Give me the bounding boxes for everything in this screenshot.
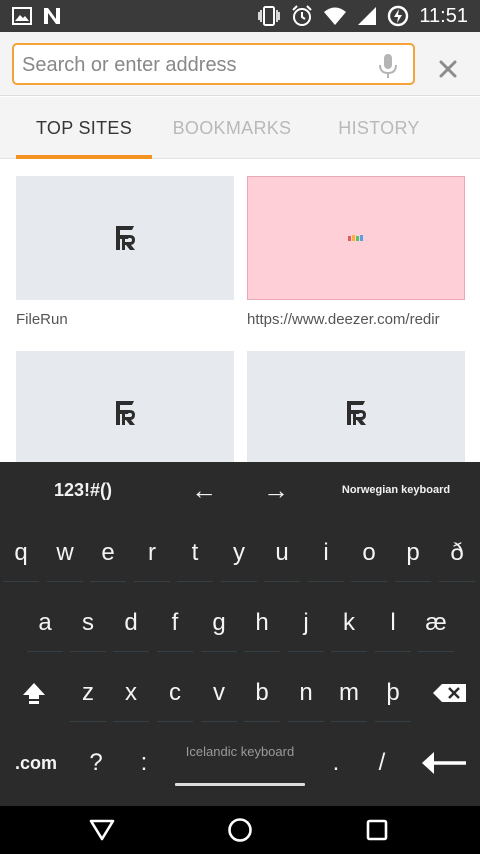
key-x[interactable]: x <box>109 664 153 722</box>
key-l[interactable]: l <box>371 594 415 652</box>
shift-key[interactable] <box>12 664 56 722</box>
key-thorn[interactable]: þ <box>371 664 415 722</box>
top-site-tile[interactable] <box>247 351 465 462</box>
status-left-icons <box>12 7 62 25</box>
key-w[interactable]: w <box>43 524 87 582</box>
back-button[interactable] <box>82 812 122 848</box>
image-icon <box>12 7 32 25</box>
keyboard-suggestion-strip: 123!#() ← → Norwegian keyboard <box>0 462 480 518</box>
search-input[interactable] <box>22 51 367 79</box>
key-n[interactable]: n <box>284 664 328 722</box>
key-v[interactable]: v <box>197 664 241 722</box>
status-bar: 11:51 <box>0 0 480 32</box>
filerun-logo-icon <box>347 401 366 425</box>
key-d[interactable]: d <box>109 594 153 652</box>
key-period[interactable]: . <box>314 734 358 792</box>
home-button[interactable] <box>220 812 260 848</box>
space-bar[interactable]: Icelandic keyboard <box>175 732 305 792</box>
enter-arrow-icon <box>422 752 466 774</box>
tab-top-sites[interactable]: TOP SITES <box>16 97 152 159</box>
tab-bookmarks[interactable]: BOOKMARKS <box>158 97 306 159</box>
key-b[interactable]: b <box>240 664 284 722</box>
key-slash[interactable]: / <box>360 734 404 792</box>
key-y[interactable]: y <box>217 524 261 582</box>
top-site-label[interactable]: https://www.deezer.com/redir <box>247 311 463 328</box>
top-sites-grid: FileRun https://www.deezer.com/redir <box>0 160 480 462</box>
dotcom-key[interactable]: .com <box>8 734 64 792</box>
close-icon[interactable] <box>432 53 464 85</box>
key-ae[interactable]: æ <box>414 594 458 652</box>
key-colon[interactable]: : <box>122 734 166 792</box>
microphone-icon[interactable] <box>377 53 399 79</box>
key-question[interactable]: ? <box>74 734 118 792</box>
filerun-logo-icon <box>116 401 135 425</box>
recents-square-icon <box>366 819 388 841</box>
key-k[interactable]: k <box>327 594 371 652</box>
url-bar <box>0 32 480 96</box>
top-site-tile-filerun[interactable] <box>16 176 234 300</box>
top-site-tile[interactable] <box>16 351 234 462</box>
key-t[interactable]: t <box>173 524 217 582</box>
top-site-tile-deezer[interactable] <box>247 176 465 300</box>
key-g[interactable]: g <box>197 594 241 652</box>
key-o[interactable]: o <box>347 524 391 582</box>
active-tab-indicator <box>16 155 152 159</box>
deezer-dots-icon <box>348 235 363 241</box>
key-m[interactable]: m <box>327 664 371 722</box>
enter-key[interactable] <box>414 734 474 792</box>
backspace-icon <box>433 684 466 702</box>
key-a[interactable]: a <box>23 594 67 652</box>
key-s[interactable]: s <box>66 594 110 652</box>
soft-keyboard: 123!#() ← → Norwegian keyboard q w e r t… <box>0 462 480 806</box>
key-c[interactable]: c <box>153 664 197 722</box>
notification-n-icon <box>44 8 60 24</box>
key-u[interactable]: u <box>260 524 304 582</box>
key-j[interactable]: j <box>284 594 328 652</box>
panel-tabs: TOP SITES BOOKMARKS HISTORY <box>0 97 480 159</box>
filerun-logo-icon <box>116 226 135 250</box>
space-bar-underline <box>175 783 305 786</box>
alarm-icon <box>292 5 313 26</box>
key-z[interactable]: z <box>66 664 110 722</box>
status-time: 11:51 <box>419 4 468 27</box>
home-circle-icon <box>228 818 252 842</box>
key-i[interactable]: i <box>304 524 348 582</box>
backspace-key[interactable] <box>428 664 472 722</box>
shift-arrow-icon <box>23 683 45 704</box>
status-right-icons: 11:51 <box>257 5 468 28</box>
key-eth[interactable]: ð <box>435 524 479 582</box>
system-nav-bar <box>0 806 480 854</box>
battery-saver-icon <box>388 5 409 27</box>
cursor-left-key[interactable]: ← <box>180 462 228 518</box>
top-site-label[interactable]: FileRun <box>16 311 234 328</box>
key-p[interactable]: p <box>391 524 435 582</box>
tab-history[interactable]: HISTORY <box>320 97 438 159</box>
key-h[interactable]: h <box>240 594 284 652</box>
vibrate-icon <box>258 6 281 26</box>
key-r[interactable]: r <box>130 524 174 582</box>
switch-language-key[interactable]: Norwegian keyboard <box>330 462 462 518</box>
recents-button[interactable] <box>357 812 397 848</box>
key-f[interactable]: f <box>153 594 197 652</box>
signal-icon <box>358 7 377 25</box>
wifi-icon <box>324 7 347 25</box>
back-triangle-icon <box>89 819 115 841</box>
cursor-right-key[interactable]: → <box>252 462 300 518</box>
symbols-key[interactable]: 123!#() <box>28 462 138 518</box>
url-input-container[interactable] <box>12 43 415 85</box>
space-bar-label: Icelandic keyboard <box>185 744 295 759</box>
key-e[interactable]: e <box>86 524 130 582</box>
key-q[interactable]: q <box>0 524 43 582</box>
